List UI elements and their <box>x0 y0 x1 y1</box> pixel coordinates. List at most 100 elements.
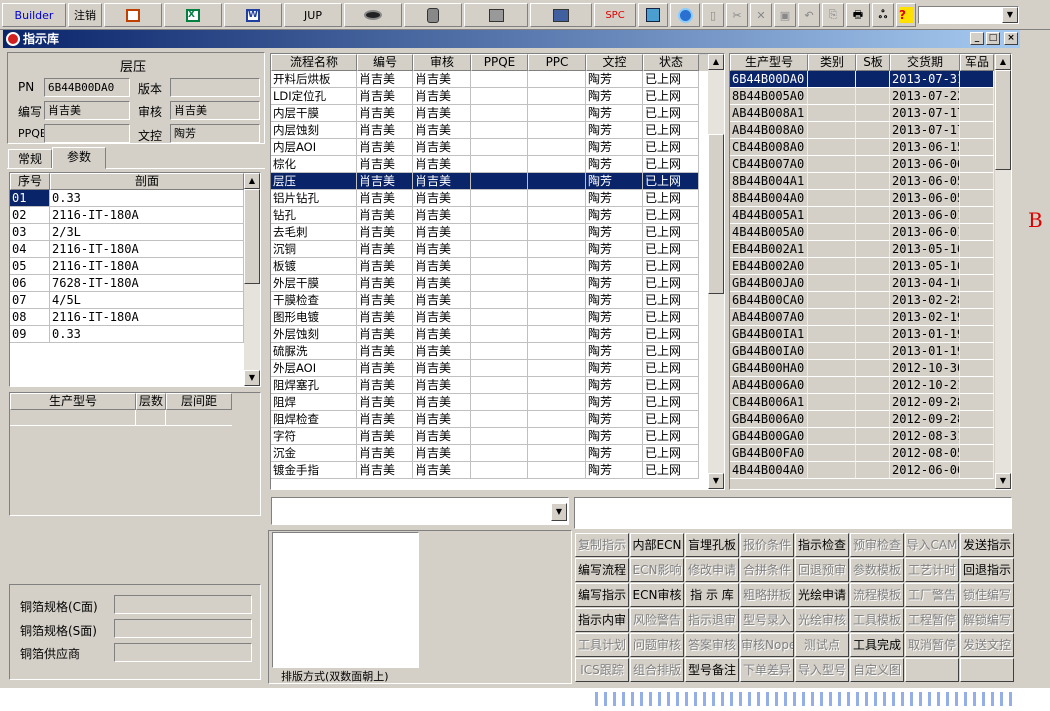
param-table[interactable]: 序号 剖面 01 0.33 02 2116-IT-180A 03 2/3L 04 2116-I… <box>9 172 261 387</box>
writer-field[interactable]: 肖吉美 <box>44 101 130 120</box>
pn-field[interactable]: 6B44B00DA0 <box>44 78 130 97</box>
process-row[interactable]: 铝片钻孔 肖吉美 肖吉美 陶芳 已上网 <box>271 190 724 207</box>
logout-button[interactable]: 注销 <box>68 3 102 27</box>
copper-supplier-field[interactable] <box>114 643 252 662</box>
process-row[interactable]: 沉金 肖吉美 肖吉美 陶芳 已上网 <box>271 445 724 462</box>
production-model-row[interactable]: CB44B007A0 2013-06-06 <box>730 156 1011 173</box>
builder-button[interactable]: Builder <box>2 3 66 27</box>
process-row[interactable]: 去毛刺 肖吉美 肖吉美 陶芳 已上网 <box>271 224 724 241</box>
function-button[interactable]: 合拼条件 <box>740 558 794 582</box>
function-button[interactable]: 自定义图 <box>850 658 904 682</box>
production-model-row[interactable]: 8B44B005A0 2013-07-22 <box>730 88 1011 105</box>
function-button[interactable] <box>960 658 1014 682</box>
cut-button[interactable]: ✂ <box>726 3 748 27</box>
scroll-down-icon[interactable]: ▼ <box>995 473 1011 489</box>
jup-button[interactable]: JUP <box>284 3 342 27</box>
function-button[interactable]: 工具模板 <box>850 608 904 632</box>
function-button[interactable]: 指示内审 <box>575 608 629 632</box>
production-model-row[interactable]: AB44B008A0 2013-07-17 <box>730 122 1011 139</box>
production-model-row[interactable]: AB44B008A1 2013-07-17 <box>730 105 1011 122</box>
process-row[interactable]: 板镀 肖吉美 肖吉美 陶芳 已上网 <box>271 258 724 275</box>
ppt-button[interactable] <box>104 3 162 27</box>
function-button[interactable]: 指示检查 <box>795 533 849 557</box>
production-model-row[interactable]: GB44B00GA0 2012-08-31 <box>730 428 1011 445</box>
function-button[interactable]: 审核Nope <box>740 633 794 657</box>
production-model-row[interactable]: 4B44B005A1 2013-06-01 <box>730 207 1011 224</box>
close-button[interactable]: × <box>1004 32 1018 45</box>
function-button[interactable]: 答案审核 <box>685 633 739 657</box>
production-model-row[interactable]: 4B44B005A0 2013-06-01 <box>730 224 1011 241</box>
tools-button[interactable] <box>464 3 528 27</box>
chevron-down-icon[interactable]: ▼ <box>551 503 567 521</box>
tab-params[interactable]: 参数 <box>52 147 106 169</box>
word-button[interactable]: W <box>224 3 282 27</box>
function-button[interactable]: 型号备注 <box>685 658 739 682</box>
function-button[interactable]: ECN审核 <box>630 583 684 607</box>
function-button[interactable]: 复制指示 <box>575 533 629 557</box>
process-row[interactable]: 外层AOI 肖吉美 肖吉美 陶芳 已上网 <box>271 360 724 377</box>
production-model-row[interactable]: CB44B006A1 2012-09-28 <box>730 394 1011 411</box>
process-row[interactable]: 钻孔 肖吉美 肖吉美 陶芳 已上网 <box>271 207 724 224</box>
param-row[interactable]: 05 2116-IT-180A <box>10 258 260 275</box>
production-model-row[interactable]: GB44B00IA0 2013-01-19 <box>730 343 1011 360</box>
process-scrollbar[interactable]: ▲ ▼ <box>708 54 724 489</box>
process-row[interactable]: 阻焊 肖吉美 肖吉美 陶芳 已上网 <box>271 394 724 411</box>
param-row[interactable]: 02 2116-IT-180A <box>10 207 260 224</box>
param-row[interactable]: 03 2/3L <box>10 224 260 241</box>
new-button[interactable]: ▯ <box>702 3 724 27</box>
box-button[interactable] <box>638 3 668 27</box>
database-button[interactable] <box>404 3 462 27</box>
col-layers[interactable]: 层数 <box>136 393 166 410</box>
process-row[interactable]: 图形电镀 肖吉美 肖吉美 陶芳 已上网 <box>271 309 724 326</box>
process-row[interactable]: 内层干膜 肖吉美 肖吉美 陶芳 已上网 <box>271 105 724 122</box>
undo-button[interactable]: ↶ <box>798 3 820 27</box>
function-button[interactable]: 编写流程 <box>575 558 629 582</box>
function-button[interactable]: ECN影响 <box>630 558 684 582</box>
col-military[interactable]: 军品 <box>960 54 994 71</box>
function-button[interactable]: 型号录入 <box>740 608 794 632</box>
function-button[interactable]: 回退指示 <box>960 558 1014 582</box>
function-button[interactable]: 导入型号 <box>795 658 849 682</box>
col-model[interactable]: 生产型号 <box>10 393 136 410</box>
function-button[interactable] <box>905 658 959 682</box>
function-button[interactable]: 回退预审 <box>795 558 849 582</box>
function-button[interactable]: 问题审核 <box>630 633 684 657</box>
process-row[interactable]: 层压 肖吉美 肖吉美 陶芳 已上网 <box>271 173 724 190</box>
param-row[interactable]: 08 2116-IT-180A <box>10 309 260 326</box>
function-button[interactable]: 下单差异 <box>740 658 794 682</box>
production-model-table[interactable]: 生产型号 类别 S板 交货期 军品 6B44B00DA0 2013-07-31 8B… <box>729 53 1012 490</box>
col-ppqe[interactable]: PPQE <box>471 54 528 71</box>
save-button[interactable]: ▣ <box>774 3 796 27</box>
production-model-row[interactable]: GB44B00JA0 2013-04-16 <box>730 275 1011 292</box>
process-row[interactable]: 棕化 肖吉美 肖吉美 陶芳 已上网 <box>271 156 724 173</box>
col-status[interactable]: 状态 <box>643 54 699 71</box>
col-delivery-date[interactable]: 交货期 <box>890 54 960 71</box>
function-button[interactable]: 报价条件 <box>740 533 794 557</box>
maximize-button[interactable]: □ <box>986 32 1000 45</box>
tab-general[interactable]: 常规 <box>8 149 52 169</box>
ie-button[interactable] <box>670 3 700 27</box>
col-production-model[interactable]: 生产型号 <box>730 54 808 71</box>
production-model-row[interactable]: GB44B00HA0 2012-10-30 <box>730 360 1011 377</box>
model-layer-table[interactable]: 生产型号 层数 层间距 <box>9 392 261 516</box>
toolbar-combo[interactable]: ▼ <box>918 6 1019 24</box>
param-row[interactable]: 07 4/5L <box>10 292 260 309</box>
scroll-thumb[interactable] <box>244 189 260 284</box>
param-row[interactable]: 06 7628-IT-180A <box>10 275 260 292</box>
function-button[interactable]: 工具完成 <box>850 633 904 657</box>
copy-button[interactable]: ⎘ <box>822 3 844 27</box>
function-button[interactable]: 测试点 <box>795 633 849 657</box>
function-button[interactable]: 流程模板 <box>850 583 904 607</box>
excel-button[interactable]: X <box>164 3 222 27</box>
process-row[interactable]: 阻焊检查 肖吉美 肖吉美 陶芳 已上网 <box>271 411 724 428</box>
function-button[interactable]: 解锁编写 <box>960 608 1014 632</box>
production-model-row[interactable]: GB44B00FA0 2012-08-05 <box>730 445 1011 462</box>
function-button[interactable]: ICS跟踪 <box>575 658 629 682</box>
process-row[interactable]: 内层蚀刻 肖吉美 肖吉美 陶芳 已上网 <box>271 122 724 139</box>
function-button[interactable]: 光绘申请 <box>795 583 849 607</box>
copper-s-field[interactable] <box>114 619 252 638</box>
production-model-row[interactable]: GB44B006A0 2012-09-28 <box>730 411 1011 428</box>
col-s-board[interactable]: S板 <box>856 54 890 71</box>
param-row[interactable]: 09 0.33 <box>10 326 260 343</box>
spc-button[interactable]: SPC <box>594 3 636 27</box>
